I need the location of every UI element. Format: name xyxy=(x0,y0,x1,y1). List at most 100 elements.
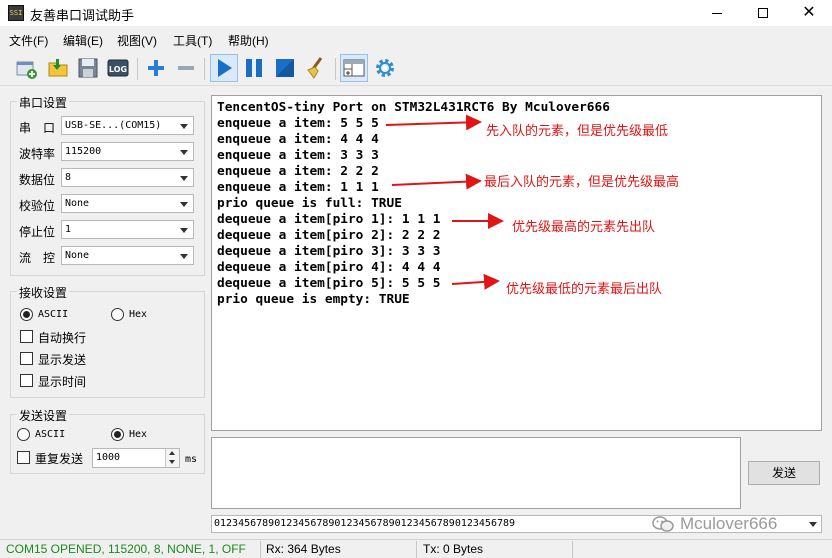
maximize-icon xyxy=(758,8,768,18)
baud-label: 波特率 xyxy=(19,147,56,161)
interval-unit-label: ms xyxy=(185,454,198,465)
minimize-button[interactable] xyxy=(694,0,740,26)
toolbar: LOG xyxy=(0,50,832,86)
log-icon: LOG xyxy=(107,59,129,77)
title-bar: SSI 友善串口调试助手 ✕ xyxy=(0,0,832,26)
log-button[interactable]: LOG xyxy=(104,54,132,82)
menu-edit[interactable]: 编辑(E) xyxy=(63,32,103,49)
clear-broom-icon xyxy=(307,57,323,79)
send-hex-radio[interactable] xyxy=(111,428,124,441)
chevron-down-icon xyxy=(180,254,188,259)
svg-text:LOG: LOG xyxy=(109,65,127,74)
stop-icon xyxy=(276,59,294,77)
recv-hex-label: Hex xyxy=(129,309,148,320)
stopbits-select[interactable]: 1 xyxy=(61,220,194,239)
settings-button[interactable] xyxy=(371,54,399,82)
stop-button[interactable] xyxy=(271,54,299,82)
parity-value: None xyxy=(65,198,90,209)
clear-button[interactable] xyxy=(302,54,330,82)
save-button[interactable] xyxy=(74,54,102,82)
recv-ascii-radio[interactable] xyxy=(20,308,33,321)
chevron-down-icon xyxy=(180,150,188,155)
chevron-down-icon xyxy=(169,460,175,464)
send-settings-title: 发送设置 xyxy=(17,407,70,424)
receive-textarea[interactable]: TencentOS-tiny Port on STM32L431RCT6 By … xyxy=(211,95,822,431)
parity-select[interactable]: None xyxy=(61,194,194,213)
menu-bar: 文件(F) 编辑(E) 视图(V) 工具(T) 帮助(H) xyxy=(0,28,832,50)
stopbits-value: 1 xyxy=(65,224,72,235)
remove-button[interactable] xyxy=(172,54,200,82)
databits-select[interactable]: 8 xyxy=(61,168,194,187)
status-bar: COM15 OPENED, 115200, 8, NONE, 1, OFF Rx… xyxy=(0,539,832,558)
save-icon xyxy=(78,58,98,78)
annotation-arrows xyxy=(385,114,504,290)
recv-hex-radio[interactable] xyxy=(111,308,124,321)
status-separator xyxy=(572,541,573,558)
stepper-buttons[interactable] xyxy=(165,449,179,467)
annotation-arrow xyxy=(451,273,500,290)
menu-file[interactable]: 文件(F) xyxy=(9,32,48,49)
tx-count-text: Tx: 0 Bytes xyxy=(423,542,484,556)
annotation-label: 最后入队的元素，但是优先级最高 xyxy=(484,174,680,189)
baud-value: 115200 xyxy=(65,146,102,157)
chevron-down-icon xyxy=(809,522,817,527)
watermark: Mculover666 xyxy=(652,512,777,536)
repeat-send-label: 重复发送 xyxy=(35,452,84,466)
menu-help[interactable]: 帮助(H) xyxy=(228,32,269,49)
rx-count-text: Rx: 364 Bytes xyxy=(266,542,341,556)
databits-value: 8 xyxy=(65,172,72,183)
repeat-interval-value: 1000 xyxy=(96,452,121,463)
flowctrl-select[interactable]: None xyxy=(61,246,194,265)
window-title: 友善串口调试助手 xyxy=(30,8,135,23)
port-label: 串 口 xyxy=(19,121,56,135)
toolbar-separator xyxy=(204,58,205,80)
open-file-button[interactable] xyxy=(44,54,72,82)
chevron-up-icon xyxy=(169,451,175,455)
flowctrl-value: None xyxy=(65,250,90,261)
annotation-label: 先入队的元素，但是优先级最低 xyxy=(486,123,669,138)
open-folder-icon xyxy=(48,59,68,77)
toolbar-separator xyxy=(137,58,138,80)
annotation-arrow xyxy=(385,114,482,131)
send-history-value: 0123456789012345678901234567890123456789… xyxy=(214,518,516,529)
menu-view[interactable]: 视图(V) xyxy=(117,32,157,49)
send-ascii-label: ASCII xyxy=(35,429,66,440)
repeat-send-checkbox[interactable] xyxy=(17,451,30,464)
remove-icon xyxy=(178,66,194,70)
status-separator xyxy=(260,541,261,558)
pause-icon xyxy=(246,59,262,77)
port-value: USB-SE...(COM15) xyxy=(65,120,162,131)
show-time-checkbox[interactable] xyxy=(20,374,33,387)
minimize-icon xyxy=(712,12,722,14)
extend-view-button[interactable] xyxy=(340,54,368,82)
add-button[interactable] xyxy=(142,54,170,82)
repeat-interval-stepper[interactable]: 1000 xyxy=(92,448,180,468)
annotation-arrow xyxy=(391,173,482,190)
baud-select[interactable]: 115200 xyxy=(61,142,194,161)
chevron-down-icon xyxy=(180,202,188,207)
stopbits-label: 停止位 xyxy=(19,225,56,239)
maximize-button[interactable] xyxy=(740,0,786,26)
start-button[interactable] xyxy=(210,54,238,82)
settings-gear-icon xyxy=(376,59,394,77)
toolbar-separator xyxy=(335,58,336,80)
show-send-checkbox[interactable] xyxy=(20,352,33,365)
menu-tools[interactable]: 工具(T) xyxy=(173,32,212,49)
send-button[interactable]: 发送 xyxy=(748,461,820,485)
add-icon xyxy=(148,60,164,76)
status-separator xyxy=(416,541,417,558)
auto-wrap-label: 自动换行 xyxy=(38,331,87,345)
parity-label: 校验位 xyxy=(19,199,56,213)
port-select[interactable]: USB-SE...(COM15) xyxy=(61,116,194,135)
send-textarea[interactable] xyxy=(211,437,741,509)
auto-wrap-checkbox[interactable] xyxy=(20,330,33,343)
flowctrl-label: 流 控 xyxy=(19,251,56,265)
new-window-button[interactable] xyxy=(12,54,40,82)
chevron-down-icon xyxy=(180,124,188,129)
pause-button[interactable] xyxy=(240,54,268,82)
watermark-text: Mculover666 xyxy=(680,514,778,533)
close-button[interactable]: ✕ xyxy=(786,0,832,26)
send-ascii-radio[interactable] xyxy=(17,428,30,441)
annotation-label: 优先级最高的元素先出队 xyxy=(512,219,656,234)
close-icon: ✕ xyxy=(802,4,816,21)
